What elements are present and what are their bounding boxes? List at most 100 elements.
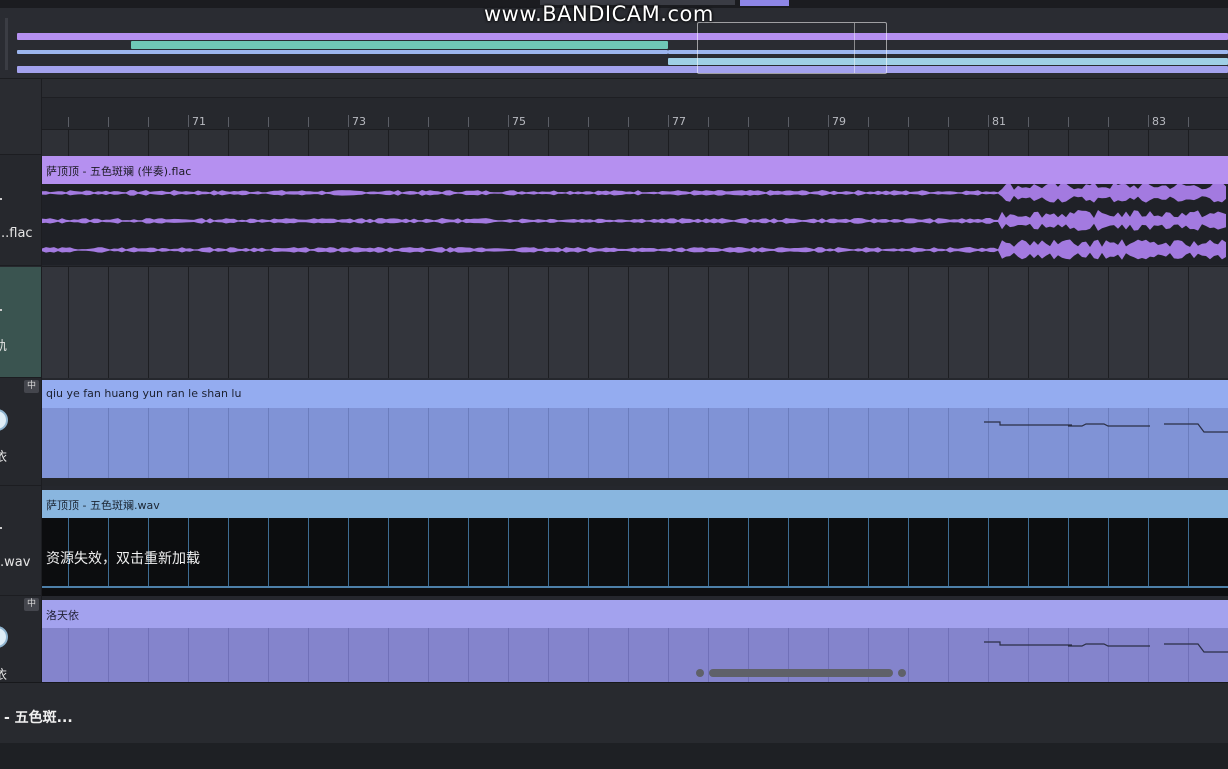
ruler-minor-tick — [908, 117, 909, 127]
grid-line — [1108, 267, 1109, 378]
grid-line — [68, 130, 69, 156]
grid-line — [628, 130, 629, 156]
grid-line — [1188, 130, 1189, 156]
track-header-5[interactable]: 中 依 — [0, 597, 41, 682]
ruler-label: 81 — [992, 115, 1006, 128]
track-1-clip-title: 萨顶顶 - 五色斑斓 (伴奏).flac — [46, 165, 192, 178]
grid-line — [668, 130, 669, 156]
grid-line — [268, 518, 269, 586]
grid-line — [868, 267, 869, 378]
grid-line — [868, 518, 869, 586]
grid-line — [788, 267, 789, 378]
grid-line — [428, 518, 429, 586]
watermark: www.BANDICAM.com — [484, 2, 714, 26]
grid-line — [468, 130, 469, 156]
grid-line — [308, 130, 309, 156]
scrollbar-thumb[interactable] — [709, 669, 893, 677]
ruler-minor-tick — [1108, 117, 1109, 127]
ruler-minor-tick — [748, 117, 749, 127]
ruler-major-tick — [508, 115, 509, 127]
grid-line — [1108, 518, 1109, 586]
track-3-lane[interactable]: qiu ye fan huang yun ran le shan lu — [42, 380, 1228, 486]
ruler-major-tick — [188, 115, 189, 127]
track-5-name: 依 — [0, 668, 8, 682]
ruler-minor-tick — [268, 117, 269, 127]
grid-line — [1068, 518, 1069, 586]
ruler-minor-tick — [388, 117, 389, 127]
track-header-4[interactable]: .wav — [0, 487, 41, 596]
track-5-clip-header[interactable]: 洛天依 — [42, 600, 1228, 628]
grid-line — [588, 518, 589, 586]
track-5-badge: 中 — [24, 598, 39, 611]
grid-line — [508, 267, 509, 378]
grid-line — [388, 267, 389, 378]
track-4-missing-resource[interactable]: 资源失效，双击重新加载 — [42, 518, 1228, 588]
grid-line — [548, 267, 549, 378]
grid-line — [508, 130, 509, 156]
top-tab-active[interactable] — [740, 0, 789, 6]
track-4-lane[interactable]: 萨顶顶 - 五色斑斓.wav 资源失效，双击重新加载 — [42, 490, 1228, 596]
grid-line — [148, 267, 149, 378]
ruler-minor-tick — [628, 117, 629, 127]
scroll-left-cap[interactable] — [696, 669, 704, 677]
grid-line — [268, 130, 269, 156]
ruler-major-tick — [988, 115, 989, 127]
footer-bottom-bar — [0, 743, 1228, 769]
grid-line — [548, 130, 549, 156]
scroll-right-cap[interactable] — [898, 669, 906, 677]
grid-line — [348, 267, 349, 378]
track-1-lane[interactable]: 萨顶顶 - 五色斑斓 (伴奏).flac — [42, 156, 1228, 265]
ruler-minor-tick — [108, 117, 109, 127]
track-header-1[interactable]: ..flac — [0, 156, 41, 266]
track-header-column: ..flac 轨 中 依 .wav 中 依 — [0, 79, 42, 682]
grid-line — [908, 267, 909, 378]
track-header-2[interactable]: 轨 — [0, 267, 41, 378]
grid-line — [588, 267, 589, 378]
grid-line — [1028, 267, 1029, 378]
grid-line — [708, 130, 709, 156]
track-1-clip-header[interactable]: 萨顶顶 - 五色斑斓 (伴奏).flac — [42, 156, 1228, 184]
ruler-minor-tick — [68, 117, 69, 127]
track-3-avatar — [0, 409, 8, 431]
footer-project-bar[interactable]: - 五色斑... — [0, 683, 1228, 743]
track-5-avatar — [0, 626, 8, 648]
grid-line — [588, 130, 589, 156]
grid-line — [388, 130, 389, 156]
grid-line — [108, 130, 109, 156]
ruler-major-tick — [1148, 115, 1149, 127]
ruler-minor-tick — [1068, 117, 1069, 127]
overview-lane-2 — [17, 50, 668, 54]
grid-line — [1068, 130, 1069, 156]
grid-line — [228, 130, 229, 156]
grid-line — [1028, 518, 1029, 586]
ruler-minor-tick — [1188, 117, 1189, 127]
grid-line — [308, 267, 309, 378]
ruler-minor-tick — [948, 117, 949, 127]
grid-line — [748, 267, 749, 378]
grid-line — [988, 518, 989, 586]
grid-line — [468, 518, 469, 586]
ruler-minor-tick — [548, 117, 549, 127]
overview-viewport-selector[interactable] — [697, 22, 887, 74]
track-3-name: 依 — [0, 446, 7, 465]
grid-line — [708, 267, 709, 378]
track-2-lane[interactable] — [42, 266, 1228, 378]
ruler-major-tick — [668, 115, 669, 127]
track-header-3[interactable]: 中 依 — [0, 379, 41, 486]
grid-line — [748, 130, 749, 156]
horizontal-scrollbar[interactable] — [696, 668, 906, 678]
overview-lane-4 — [17, 66, 1228, 73]
grid-line — [1148, 518, 1149, 586]
grid-line — [1188, 518, 1189, 586]
track-4-clip-header[interactable]: 萨顶顶 - 五色斑斓.wav — [42, 490, 1228, 518]
timeline-ruler[interactable]: 71 73 75 77 79 81 83 — [42, 79, 1228, 129]
grid-line — [188, 267, 189, 378]
track-3-notes-area — [42, 408, 1228, 478]
grid-line — [1148, 267, 1149, 378]
grid-line — [868, 130, 869, 156]
grid-line — [268, 267, 269, 378]
missing-resource-message: 资源失效，双击重新加载 — [46, 551, 200, 567]
track-3-clip-header[interactable]: qiu ye fan huang yun ran le shan lu — [42, 380, 1228, 408]
ruler-minor-tick — [788, 117, 789, 127]
track-5-lane[interactable]: 洛天依 — [42, 600, 1228, 682]
